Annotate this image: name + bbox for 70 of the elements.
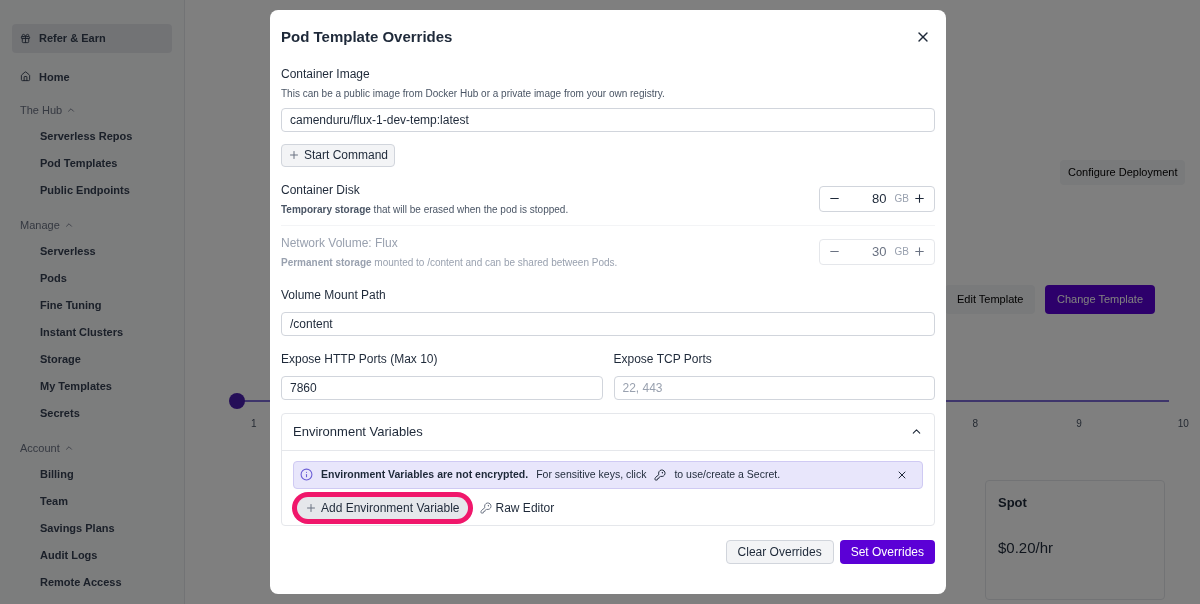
- field-label: Container Disk: [281, 181, 361, 199]
- sidebar-item[interactable]: Billing: [20, 461, 172, 488]
- section-header[interactable]: Account: [20, 435, 172, 461]
- refer-item[interactable]: Refer & Earn: [12, 24, 172, 53]
- notice-text: to use/create a Secret.: [674, 466, 781, 482]
- spot-price: $0.20/hr: [998, 537, 1055, 558]
- field-hint: This can be a public image from Docker Hub or a private image from your own registry.: [281, 86, 666, 101]
- plus-icon: [288, 149, 300, 161]
- sidebar-item[interactable]: Pods: [20, 265, 172, 292]
- slider-tick: 10: [1177, 417, 1189, 431]
- sidebar-item[interactable]: Instant Clusters: [20, 319, 172, 346]
- mount-path-field[interactable]: /content: [281, 311, 935, 336]
- plus-icon[interactable]: [913, 192, 926, 205]
- field-label: Expose TCP Ports: [613, 350, 713, 368]
- home-label: Home: [39, 69, 70, 85]
- key-icon: [479, 501, 492, 514]
- spot-title: Spot: [998, 494, 1028, 512]
- primary-button[interactable]: Set Overrides: [839, 539, 935, 564]
- container-image-field[interactable]: camenduru/flux-1-dev-temp:latest: [281, 107, 935, 132]
- sidebar-item[interactable]: Secrets: [20, 400, 172, 427]
- refer-label: Refer & Earn: [39, 31, 106, 46]
- sidebar-item[interactable]: Serverless: [20, 238, 172, 265]
- unit-label: GB: [894, 192, 909, 206]
- tcp-ports-field[interactable]: 22, 443: [613, 375, 935, 400]
- gift-icon: [20, 32, 31, 44]
- secondary-button[interactable]: Clear Overrides: [725, 539, 834, 564]
- unit-label: GB: [894, 245, 909, 259]
- sidebar-item[interactable]: Public Endpoints: [20, 177, 172, 204]
- disk-size-stepper[interactable]: 80 GB: [819, 185, 935, 212]
- sidebar-item[interactable]: Pod Templates: [20, 150, 172, 177]
- sidebar-item[interactable]: Home: [20, 64, 172, 89]
- chevron-up-icon: [66, 105, 77, 115]
- modal-title: Pod Template Overrides: [281, 27, 453, 47]
- key-icon: [654, 468, 667, 481]
- sidebar-item[interactable]: Savings Plans: [20, 515, 172, 542]
- env-header[interactable]: Environment Variables: [282, 413, 934, 451]
- sidebar-item[interactable]: Team: [20, 488, 172, 515]
- chevron-up-icon: [63, 443, 74, 453]
- slider-tick: 8: [972, 417, 979, 431]
- chevron-up-icon: [63, 220, 74, 230]
- sidebar-item[interactable]: Remote Access: [20, 569, 172, 596]
- field-label: Expose HTTP Ports (Max 10): [281, 350, 439, 368]
- http-ports-field[interactable]: 7860: [281, 375, 603, 400]
- disk-size-value: 80: [871, 189, 887, 208]
- slider-tick: 9: [1076, 417, 1082, 431]
- slider-thumb[interactable]: [229, 393, 245, 409]
- slider-tick: 1: [251, 417, 257, 431]
- field-label: Network Volume: Flux: [281, 234, 399, 252]
- section-header[interactable]: The Hub: [20, 97, 172, 123]
- raw-editor-button[interactable]: Raw Editor: [479, 498, 555, 517]
- plus-icon: [305, 501, 317, 514]
- sidebar-item[interactable]: Audit Logs: [20, 542, 172, 569]
- disk-size-value: 30: [871, 242, 887, 261]
- edit-template-button[interactable]: Edit Template: [945, 285, 1036, 314]
- field-hint: Temporary storage that will be erased when the pod is stopped.: [281, 202, 569, 217]
- field-hint: Permanent storage mounted to /content and can be shared between Pods.: [281, 255, 618, 270]
- sidebar-item[interactable]: Serverless Repos: [20, 123, 172, 150]
- notice-text: For sensitive keys, click: [536, 466, 647, 482]
- section-header[interactable]: Manage: [20, 212, 172, 238]
- sidebar-item[interactable]: Storage: [20, 346, 172, 373]
- configure-deployment-button[interactable]: Configure Deployment: [1060, 160, 1186, 185]
- field-label: Container Image: [281, 65, 371, 83]
- info-icon: [300, 468, 313, 481]
- home-icon: [20, 71, 31, 83]
- sidebar-item[interactable]: My Templates: [20, 373, 172, 400]
- start-command-button[interactable]: Start Command: [281, 143, 396, 167]
- change-template-button[interactable]: Change Template: [1045, 285, 1156, 314]
- notice-bold-text: Environment Variables are not encrypted.: [321, 466, 529, 482]
- field-label: Volume Mount Path: [281, 286, 387, 304]
- sidebar-item[interactable]: Fine Tuning: [20, 292, 172, 319]
